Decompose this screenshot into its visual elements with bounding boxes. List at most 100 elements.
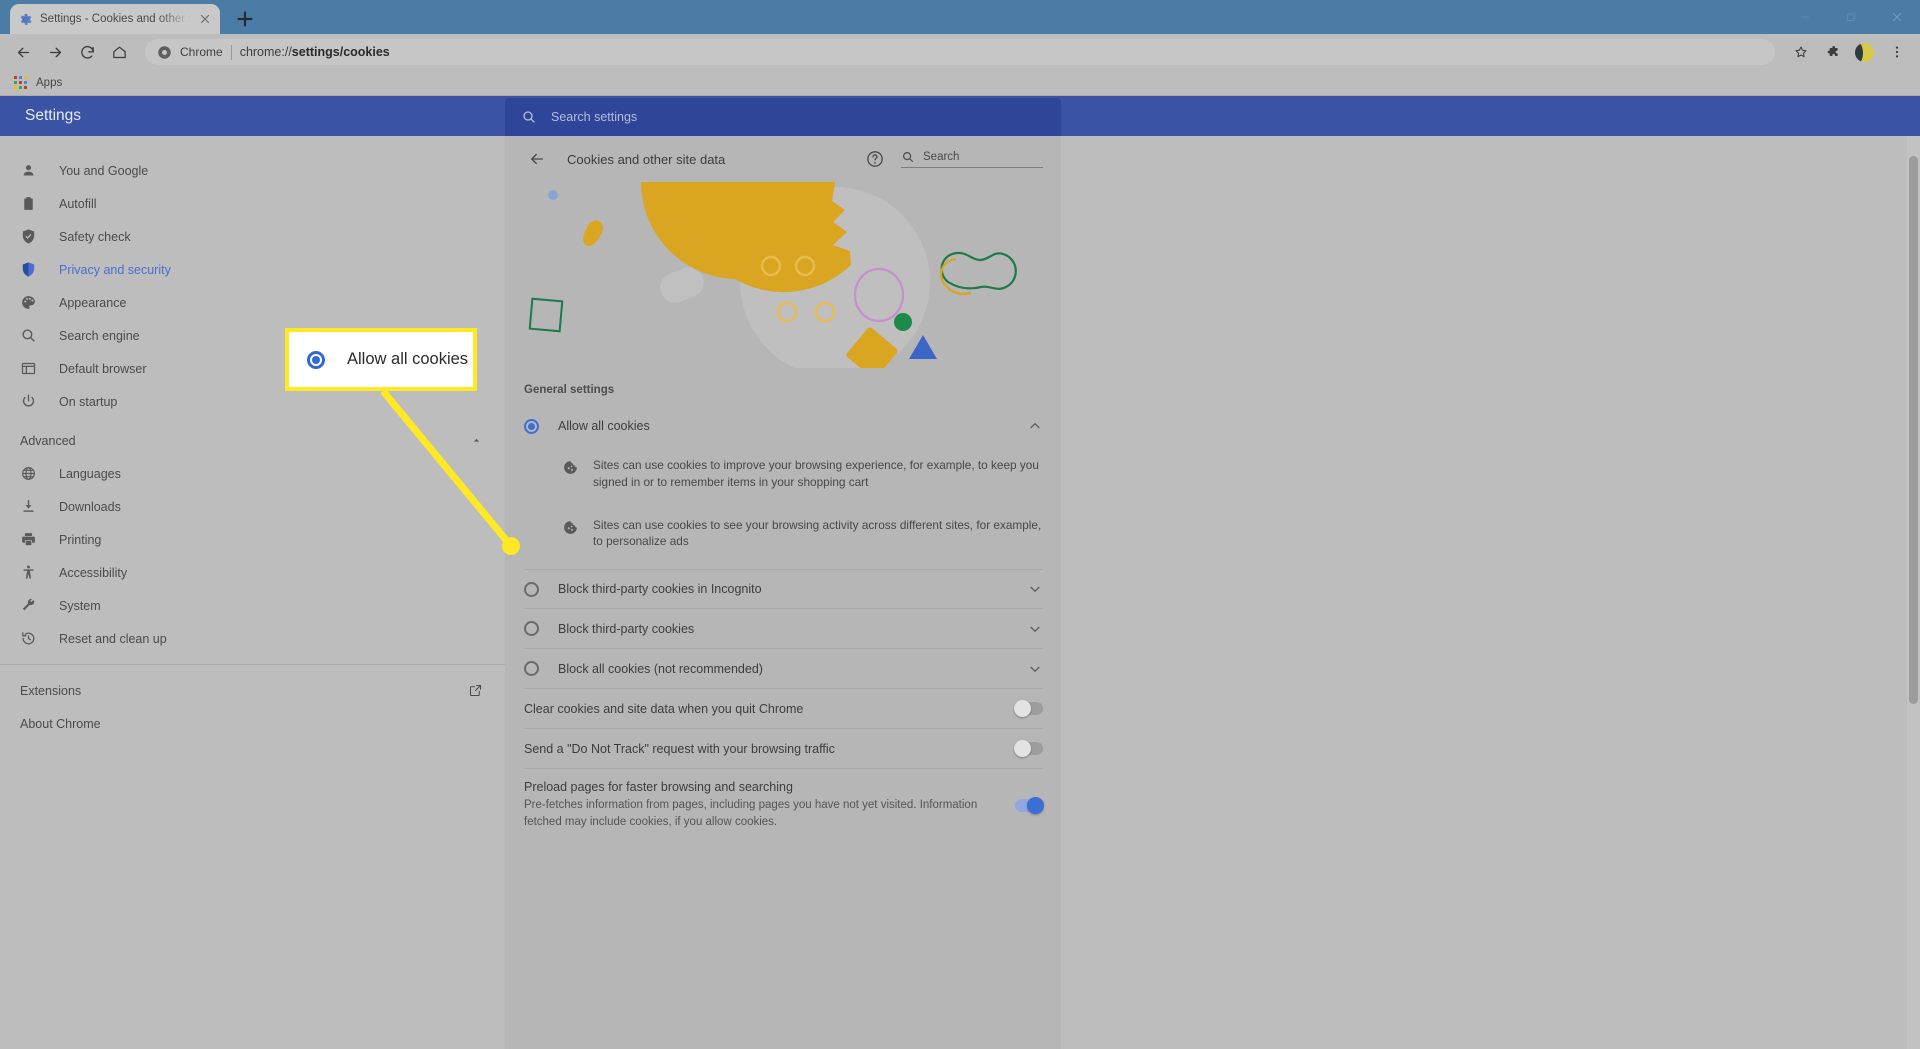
sidebar-item-autofill[interactable]: Autofill (0, 187, 505, 220)
clipboard-icon (20, 195, 37, 212)
radio-button[interactable] (524, 621, 539, 636)
detail-item: Sites can use cookies to improve your br… (562, 450, 1043, 498)
page-gutter (1061, 136, 1920, 1049)
maximize-icon[interactable] (1828, 0, 1874, 34)
toggle-row-do-not-track[interactable]: Send a "Do Not Track" request with your … (524, 729, 1043, 769)
sidebar-item-label: Printing (59, 532, 102, 547)
settings-sidebar: You and Google Autofill Safety check Pri… (0, 136, 505, 1049)
sidebar-item-accessibility[interactable]: Accessibility (0, 556, 505, 589)
search-placeholder: Search (923, 151, 960, 163)
forward-arrow-icon[interactable] (41, 38, 70, 67)
window-controls (1782, 0, 1920, 34)
cookie-option-allow-all[interactable]: Allow all cookies (524, 406, 1043, 446)
sidebar-item-system[interactable]: System (0, 589, 505, 622)
person-icon (20, 162, 37, 179)
globe-icon (20, 465, 37, 482)
sidebar-item-about-chrome[interactable]: About Chrome (0, 707, 505, 740)
toggle-switch[interactable] (1015, 796, 1044, 814)
radio-button[interactable] (524, 661, 539, 676)
settings-page: Settings Search settings You and Google (0, 96, 1920, 1049)
sidebar-item-extensions[interactable]: Extensions (0, 674, 505, 707)
back-arrow-icon[interactable] (525, 147, 549, 171)
sidebar-item-privacy-and-security[interactable]: Privacy and security (0, 253, 505, 286)
browser-window-icon (20, 360, 37, 377)
window-close-icon[interactable] (1874, 0, 1920, 34)
option-label: Allow all cookies (558, 419, 650, 433)
sidebar-item-label: You and Google (59, 163, 149, 178)
close-icon[interactable] (198, 12, 212, 26)
search-icon (901, 150, 915, 164)
tab-title: Settings - Cookies and other site (40, 13, 191, 25)
chevron-down-icon[interactable] (1027, 581, 1043, 597)
radio-button[interactable] (524, 418, 539, 434)
cookie-option-block-third-party-incognito[interactable]: Block third-party cookies in Incognito (524, 569, 1043, 609)
cookie-option-block-third-party[interactable]: Block third-party cookies (524, 609, 1043, 649)
toggle-row-preload-pages[interactable]: Preload pages for faster browsing and se… (524, 769, 1044, 841)
sidebar-item-appearance[interactable]: Appearance (0, 286, 505, 319)
cookie-illustration (505, 182, 1061, 368)
new-tab-button[interactable] (232, 6, 258, 32)
help-circle-icon[interactable] (865, 149, 885, 169)
sidebar-item-languages[interactable]: Languages (0, 457, 505, 490)
home-icon[interactable] (105, 38, 134, 67)
sidebar-item-downloads[interactable]: Downloads (0, 490, 505, 523)
shield-icon (20, 261, 37, 278)
address-bar[interactable]: Chrome chrome://settings/cookies (145, 39, 1775, 65)
chevron-up-icon (470, 434, 483, 447)
chevron-down-icon[interactable] (1027, 621, 1043, 637)
power-icon (20, 393, 37, 410)
omnibox-chip-label: Chrome (180, 45, 223, 59)
sidebar-item-label: Reset and clean up (59, 631, 167, 646)
search-icon (521, 109, 537, 125)
option-label: Block third-party cookies in Incognito (558, 582, 762, 596)
cookie-icon (562, 459, 579, 476)
search-settings-input[interactable]: Search settings (505, 98, 1061, 136)
radio-button (307, 350, 325, 369)
url-path: settings/cookies (291, 45, 390, 59)
annotation-callout: Allow all cookies (285, 328, 477, 391)
chrome-logo-icon (157, 45, 172, 60)
settings-body: You and Google Autofill Safety check Pri… (0, 136, 1920, 1049)
reload-icon[interactable] (73, 38, 102, 67)
cookie-option-block-all[interactable]: Block all cookies (not recommended) (524, 649, 1043, 689)
sidebar-item-you-and-google[interactable]: You and Google (0, 154, 505, 187)
browser-toolbar: Chrome chrome://settings/cookies (0, 34, 1920, 70)
url-prefix: chrome:// (239, 45, 292, 59)
sidebar-item-label: Appearance (59, 295, 127, 310)
option-label: Block all cookies (not recommended) (558, 661, 763, 676)
radio-button[interactable] (524, 581, 539, 597)
bookmark-apps-label[interactable]: Apps (36, 77, 62, 89)
detail-text: Sites can use cookies to improve your br… (593, 458, 1039, 489)
detail-item: Sites can use cookies to see your browsi… (562, 510, 1043, 558)
sidebar-advanced-toggle[interactable]: Advanced (0, 424, 505, 457)
sidebar-item-reset-and-clean-up[interactable]: Reset and clean up (0, 622, 505, 655)
callout-label: Allow all cookies (347, 350, 469, 368)
toggle-switch[interactable] (1014, 740, 1043, 757)
sidebar-item-safety-check[interactable]: Safety check (0, 220, 505, 253)
browser-tab[interactable]: Settings - Cookies and other site (10, 4, 220, 34)
chevron-up-icon[interactable] (1027, 418, 1043, 434)
star-icon[interactable] (1786, 38, 1815, 67)
search-input[interactable]: Search (901, 150, 1043, 168)
page-header: Cookies and other site data Search (505, 136, 1061, 182)
avatar-icon[interactable] (1850, 38, 1879, 67)
chevron-down-icon[interactable] (1027, 661, 1043, 677)
browser-tab-strip: Settings - Cookies and other site (0, 0, 1920, 34)
sidebar-item-label: About Chrome (20, 716, 101, 731)
apps-grid-icon[interactable] (14, 76, 27, 89)
sidebar-item-label: Search engine (59, 328, 140, 343)
sidebar-item-label: Languages (59, 466, 121, 481)
minimize-icon[interactable] (1782, 0, 1828, 34)
puzzle-piece-icon[interactable] (1818, 38, 1847, 67)
printer-icon (20, 531, 37, 548)
scrollbar-thumb[interactable] (1909, 156, 1918, 704)
toggle-switch[interactable] (1014, 700, 1043, 717)
three-dot-menu-icon[interactable] (1882, 38, 1911, 67)
page-scrollbar[interactable] (1907, 136, 1920, 1049)
toggle-row-clear-cookies-on-quit[interactable]: Clear cookies and site data when you qui… (524, 689, 1043, 729)
bookmarks-bar: Apps (0, 70, 1920, 96)
palette-icon (20, 294, 37, 311)
search-icon (20, 327, 37, 344)
back-arrow-icon[interactable] (9, 38, 38, 67)
sidebar-item-printing[interactable]: Printing (0, 523, 505, 556)
